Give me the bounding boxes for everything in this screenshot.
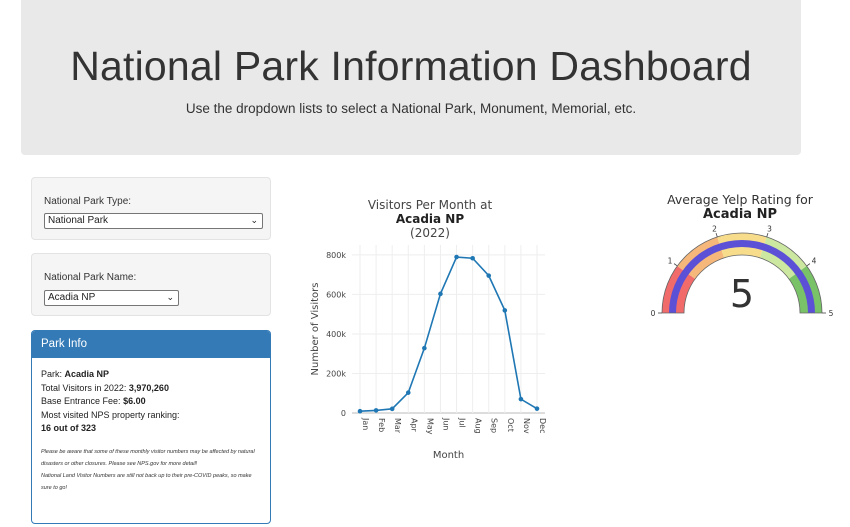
park-type-select[interactable]: National Park ⌄ [44, 213, 263, 229]
visitors-label: Total Visitors in 2022: [41, 382, 127, 393]
x-tick-label: Sep [490, 418, 499, 433]
rating-gauge-title-line1: Average Yelp Rating for [667, 192, 813, 207]
park-name-select[interactable]: Acadia NP ⌄ [44, 290, 179, 306]
visitors-chart-title-line3: (2022) [410, 226, 450, 240]
x-tick-label: Jan [361, 417, 370, 430]
park-type-value: National Park [48, 215, 109, 226]
fee-value: $6.00 [123, 396, 146, 406]
x-tick-label: Apr [409, 418, 418, 433]
gauge-value: 5 [730, 272, 754, 316]
park-info-panel: Park Info Park: Acadia NP Total Visitors… [31, 330, 271, 524]
data-point [438, 291, 443, 297]
park-label: Park: [41, 369, 63, 379]
park-name-filter: National Park Name: Acadia NP ⌄ [31, 253, 271, 316]
chevron-down-icon: ⌄ [166, 292, 174, 302]
data-point [486, 273, 492, 278]
closure-note: Please be aware that some of these month… [41, 448, 255, 467]
data-point [454, 254, 459, 260]
x-tick-label: May [425, 418, 434, 435]
data-point [405, 390, 411, 395]
visitors-line-chart: 0 200k 400k 600k 800k Jan Feb Mar Apr May Jun Jul Au… [310, 245, 547, 461]
park-info-heading: Park Info [32, 331, 270, 358]
gauge-tick-label: 0 [651, 309, 656, 318]
visitors-chart-title-line2: Acadia NP [395, 212, 465, 226]
data-point [389, 406, 395, 412]
data-point [518, 396, 524, 402]
page-subtitle: Use the dropdown lists to select a Natio… [185, 101, 637, 116]
gauge-tick-label: 4 [812, 257, 817, 266]
ranking-value: 16 out of 323 [41, 423, 97, 433]
gauge-tick [806, 263, 811, 267]
y-tick-label: 400k [326, 330, 346, 339]
y-tick-label: 800k [326, 251, 346, 260]
y-axis-title: Number of Visitors [310, 283, 321, 376]
y-tick-label: 600k [326, 290, 346, 299]
visitors-row: Total Visitors in 2022: 3,970,260 [41, 382, 261, 396]
visitors-chart-title: Visitors Per Month at Acadia NP (2022) [325, 198, 535, 240]
page-header: National Park Information Dashboard Use … [21, 0, 801, 155]
chevron-down-icon: ⌄ [250, 215, 258, 225]
rating-gauge: 0 1 2 3 4 5 5 [651, 225, 834, 318]
x-axis-title: Month [433, 450, 464, 461]
park-name-label: National Park Name: [44, 272, 137, 283]
visitors-chart-title-line1: Visitors Per Month at [367, 198, 493, 212]
y-tick-label: 0 [341, 409, 346, 418]
park-value: Acadia NP [64, 369, 110, 379]
visitors-value: 3,970,260 [128, 382, 169, 393]
fee-label: Base Entrance Fee: [41, 396, 121, 406]
rating-gauge-title: Average Yelp Rating for Acadia NP [650, 192, 830, 222]
page-title: National Park Information Dashboard [70, 43, 752, 89]
gauge-tick-label: 3 [767, 225, 772, 233]
x-tick-label: Aug [474, 418, 483, 434]
covid-note: National Land Visitor Numbers are still … [41, 472, 252, 491]
data-point [502, 308, 508, 313]
park-type-label: National Park Type: [44, 196, 132, 207]
data-point [373, 408, 379, 413]
x-tick-label: Oct [506, 418, 515, 432]
x-tick-label: Feb [377, 418, 386, 432]
fee-row: Base Entrance Fee: $6.00 [41, 395, 261, 409]
x-tick-label: Dec [538, 418, 547, 433]
ranking-label: Most visited NPS property ranking: [41, 409, 180, 420]
gauge-tick [766, 232, 769, 238]
rating-gauge-title-line2: Acadia NP [702, 207, 777, 222]
x-tick-label: Jul [458, 417, 467, 428]
y-tick-label: 200k [326, 369, 346, 378]
data-point [534, 406, 540, 411]
park-name-value: Acadia NP [48, 292, 96, 303]
gauge-tick [673, 263, 678, 267]
park-type-filter: National Park Type: National Park ⌄ [31, 177, 271, 240]
x-tick-label: Nov [522, 418, 531, 434]
x-tick-label: Jun [441, 417, 450, 431]
data-point [422, 345, 427, 351]
gauge-tick-label: 2 [712, 225, 717, 233]
x-tick-label: Mar [393, 418, 402, 434]
gauge-tick-label: 5 [829, 309, 834, 318]
park-info-body: Park: Acadia NP Total Visitors in 2022: … [32, 358, 270, 494]
gauge-tick-label: 1 [668, 257, 673, 266]
data-point [470, 255, 475, 261]
gauge-tick [715, 232, 718, 238]
data-point [357, 408, 363, 414]
park-row: Park: Acadia NP [41, 368, 261, 382]
